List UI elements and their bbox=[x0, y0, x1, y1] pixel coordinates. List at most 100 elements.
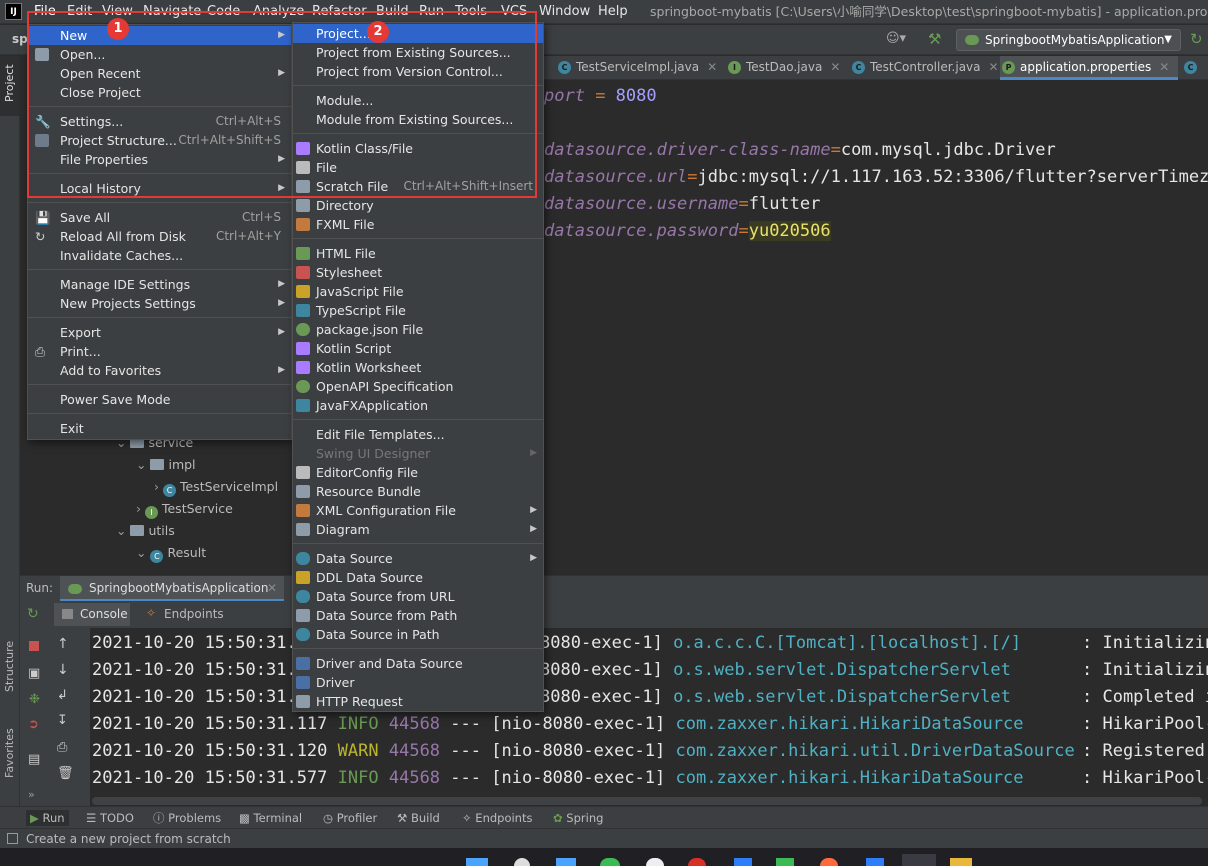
menu-item-stylesheet[interactable]: Stylesheet bbox=[293, 263, 543, 282]
menu-item-ddl-data-source[interactable]: DDL Data Source bbox=[293, 568, 543, 587]
camera-icon[interactable]: ▣ bbox=[28, 666, 40, 681]
menu-item-typescript-file[interactable]: TypeScript File bbox=[293, 301, 543, 320]
tab-label: TestController.java bbox=[870, 60, 981, 74]
menu-item-kotlin-worksheet[interactable]: Kotlin Worksheet bbox=[293, 358, 543, 377]
tab-testdao[interactable]: I TestDao.java ✕ bbox=[726, 56, 840, 80]
menu-help[interactable]: Help bbox=[598, 3, 628, 20]
layout-toggle-icon[interactable] bbox=[7, 833, 18, 844]
menu-item-add-to-favorites[interactable]: Add to Favorites ▶ bbox=[28, 361, 291, 380]
menu-window[interactable]: Window bbox=[539, 3, 590, 20]
menu-item-resource-bundle[interactable]: Resource Bundle bbox=[293, 482, 543, 501]
rerun-icon[interactable]: ↻ bbox=[27, 606, 39, 622]
tab-testcontroller[interactable]: C TestController.java ✕ bbox=[850, 56, 1000, 80]
menu-item-print[interactable]: ⎙ Print... bbox=[28, 342, 291, 361]
menu-item-invalidate-caches[interactable]: Invalidate Caches... bbox=[28, 246, 291, 265]
menu-item-javascript-file[interactable]: JavaScript File bbox=[293, 282, 543, 301]
menu-item-fxml-file[interactable]: FXML File bbox=[293, 215, 543, 234]
tree-node[interactable]: › I TestService bbox=[136, 498, 233, 520]
app-icon[interactable] bbox=[866, 858, 884, 866]
menu-item-xml-configuration[interactable]: XML Configuration File ▶ bbox=[293, 501, 543, 520]
windows-start-icon[interactable] bbox=[466, 858, 488, 866]
print-icon[interactable]: ⎙ bbox=[57, 740, 67, 755]
menu-item-driver-and-data-source[interactable]: Driver and Data Source bbox=[293, 654, 543, 673]
menu-item-exit[interactable]: Exit bbox=[28, 419, 291, 438]
menu-item-data-source[interactable]: Data Source ▶ bbox=[293, 549, 543, 568]
tab-application-properties[interactable]: P application.properties ✕ bbox=[1000, 56, 1178, 80]
bottom-tab-problems[interactable]: ⓘ Problems bbox=[153, 810, 221, 826]
menu-item-openapi[interactable]: OpenAPI Specification bbox=[293, 377, 543, 396]
wechat-icon[interactable] bbox=[600, 858, 620, 866]
stop-icon[interactable] bbox=[29, 641, 39, 651]
menu-item-javafx-application[interactable]: JavaFXApplication bbox=[293, 396, 543, 415]
endpoints-tab-label[interactable]: Endpoints bbox=[164, 607, 224, 621]
menu-item-export[interactable]: Export ▶ bbox=[28, 323, 291, 342]
tree-node[interactable]: › C TestServiceImpl bbox=[154, 476, 278, 498]
tab-overflow[interactable]: C bbox=[1182, 56, 1208, 80]
close-icon[interactable]: ✕ bbox=[830, 60, 840, 74]
menu-item-edit-file-templates[interactable]: Edit File Templates... bbox=[293, 425, 543, 444]
menu-item-data-source-from-path[interactable]: Data Source from Path bbox=[293, 606, 543, 625]
rerun-icon[interactable]: ↻ bbox=[1190, 30, 1203, 48]
menu-item-save-all[interactable]: 💾 Save All Ctrl+S bbox=[28, 208, 291, 227]
android-studio-icon[interactable] bbox=[776, 858, 794, 866]
menu-item-directory[interactable]: Directory bbox=[293, 196, 543, 215]
scroll-end-icon[interactable]: ↧ bbox=[57, 713, 68, 728]
bottom-tab-endpoints[interactable]: ✧ Endpoints bbox=[462, 810, 532, 826]
structure-tool-label[interactable]: Structure bbox=[3, 641, 16, 692]
tab-testserviceimpl[interactable]: C TestServiceImpl.java ✕ bbox=[556, 56, 724, 80]
arrow-down-icon[interactable]: ↓ bbox=[57, 662, 69, 678]
close-icon[interactable]: ✕ bbox=[267, 581, 277, 595]
tree-node[interactable]: ⌄ impl bbox=[136, 454, 196, 476]
menu-item-kotlin-script[interactable]: Kotlin Script bbox=[293, 339, 543, 358]
menu-item-html-file[interactable]: HTML File bbox=[293, 244, 543, 263]
menu-item-data-source-in-path[interactable]: Data Source in Path bbox=[293, 625, 543, 644]
bottom-tab-profiler[interactable]: ◷ Profiler bbox=[323, 810, 377, 826]
menu-item-diagram[interactable]: Diagram ▶ bbox=[293, 520, 543, 539]
bottom-tab-todo[interactable]: ☰ TODO bbox=[86, 810, 134, 826]
favorites-tool-label[interactable]: Favorites bbox=[3, 728, 16, 778]
search-icon[interactable] bbox=[514, 858, 530, 866]
folder-icon[interactable] bbox=[950, 858, 972, 866]
exit-icon[interactable]: ➲ bbox=[28, 717, 39, 732]
user-icon[interactable]: ☺▾ bbox=[886, 31, 906, 46]
app-icon[interactable] bbox=[820, 858, 838, 866]
project-tool-tab[interactable]: Project bbox=[0, 56, 20, 116]
menu-item-reload[interactable]: ↻ Reload All from Disk Ctrl+Alt+Y bbox=[28, 227, 291, 246]
menu-item-package-json[interactable]: package.json File bbox=[293, 320, 543, 339]
run-tab[interactable]: SpringbootMybatisApplication ✕ bbox=[60, 576, 284, 602]
menu-item-editorconfig[interactable]: EditorConfig File bbox=[293, 463, 543, 482]
menu-item-driver[interactable]: Driver bbox=[293, 673, 543, 692]
code-editor[interactable]: port = 8080 datasource.driver-class-name… bbox=[544, 80, 1208, 575]
qq-icon[interactable] bbox=[646, 858, 664, 866]
bottom-tab-run[interactable]: ▶ Run bbox=[26, 810, 69, 826]
layout-icon[interactable]: ▤ bbox=[28, 752, 40, 767]
bottom-tab-build[interactable]: ⚒ Build bbox=[397, 810, 440, 826]
chrome-icon[interactable] bbox=[688, 858, 706, 866]
menu-item-new-projects-settings[interactable]: New Projects Settings ▶ bbox=[28, 294, 291, 313]
close-icon[interactable]: ✕ bbox=[707, 60, 717, 74]
console-tab[interactable]: Console bbox=[54, 603, 130, 626]
close-icon[interactable]: ✕ bbox=[989, 60, 999, 74]
more-icon[interactable]: » bbox=[28, 788, 35, 801]
arrow-up-icon[interactable]: ↑ bbox=[57, 636, 69, 652]
intellij-taskbar-icon[interactable] bbox=[902, 854, 936, 866]
console-hscrollbar[interactable] bbox=[92, 797, 1202, 805]
menu-item-manage-ide-settings[interactable]: Manage IDE Settings ▶ bbox=[28, 275, 291, 294]
hammer-icon[interactable]: ⚒ bbox=[928, 30, 941, 48]
run-config-selector[interactable]: SpringbootMybatisApplication ▼ bbox=[956, 29, 1181, 51]
soft-wrap-icon[interactable]: ↲ bbox=[57, 688, 68, 703]
bottom-tab-spring[interactable]: ✿ Spring bbox=[553, 810, 603, 826]
tree-node[interactable]: ⌄ C Result bbox=[136, 542, 206, 564]
trash-icon[interactable]: 🗑 bbox=[57, 766, 74, 781]
explorer-icon[interactable] bbox=[556, 858, 576, 866]
tree-node[interactable]: ⌄ utils bbox=[116, 520, 175, 542]
close-icon[interactable]: ✕ bbox=[1159, 60, 1169, 74]
project-breadcrumb[interactable]: sp bbox=[12, 32, 28, 46]
vscode-icon[interactable] bbox=[734, 858, 752, 866]
menu-item-http-request[interactable]: HTTP Request bbox=[293, 692, 543, 711]
menu-item-data-source-from-url[interactable]: Data Source from URL bbox=[293, 587, 543, 606]
menu-item-power-save-mode[interactable]: Power Save Mode bbox=[28, 390, 291, 409]
console-output[interactable]: 2021-10-20 15:50:31. 8080-exec-1] o.a.c.… bbox=[90, 628, 1208, 796]
debug-icon[interactable]: ❉ bbox=[29, 692, 40, 707]
bottom-tab-terminal[interactable]: ▩ Terminal bbox=[239, 810, 302, 826]
